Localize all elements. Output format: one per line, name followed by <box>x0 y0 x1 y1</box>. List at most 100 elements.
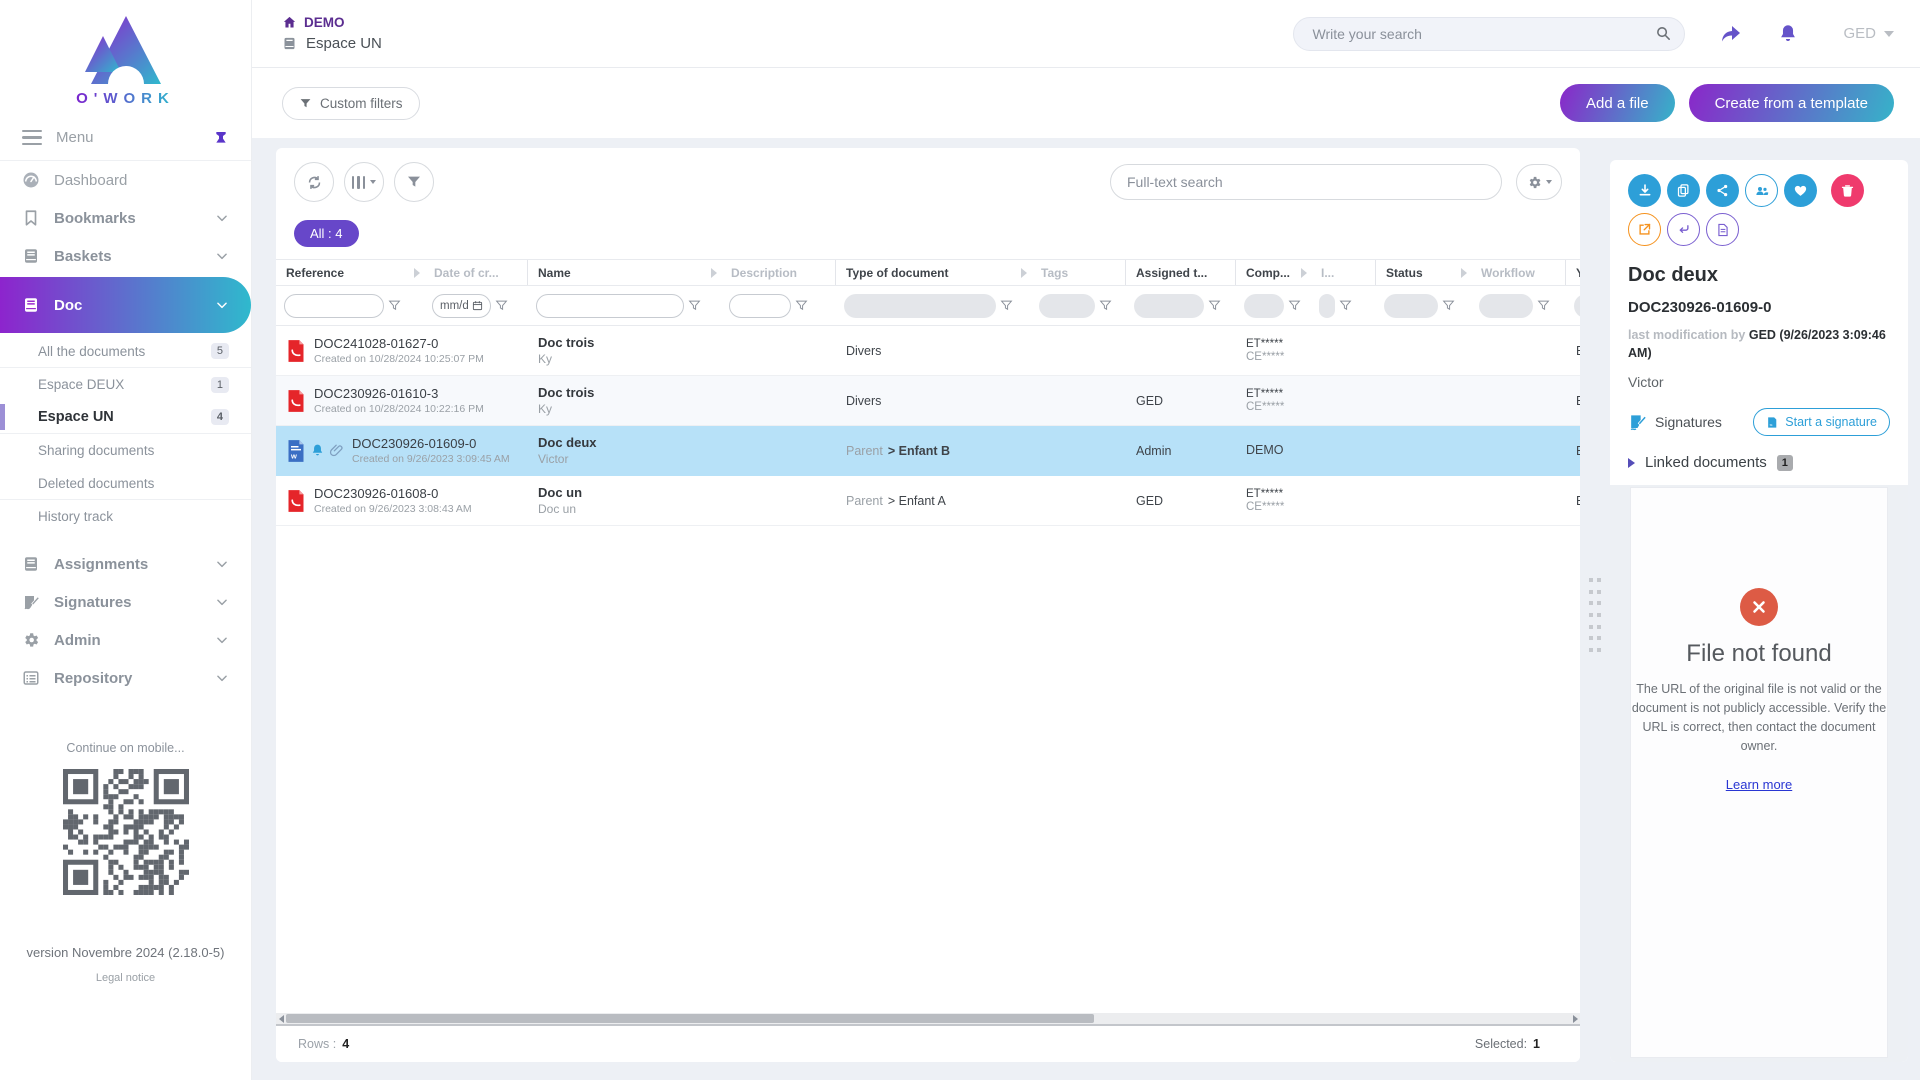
sidebar-item-sharing-documents[interactable]: Sharing documents <box>0 434 251 467</box>
column-header-assigned[interactable]: Assigned t... <box>1126 260 1236 285</box>
funnel-icon[interactable] <box>1000 299 1013 312</box>
sidebar-item-baskets[interactable]: Baskets <box>0 237 251 275</box>
column-header-y[interactable]: Y... <box>1566 260 1580 285</box>
sidebar-item-label: Signatures <box>54 594 132 611</box>
filter-badge-all[interactable]: All : 4 <box>294 220 359 247</box>
filter-input-date[interactable]: mm/d <box>432 294 491 318</box>
funnel-icon[interactable] <box>1442 299 1455 312</box>
create-from-template-button[interactable]: Create from a template <box>1689 84 1894 122</box>
filter-select-workflow[interactable] <box>1479 294 1533 318</box>
fulltext-search-input[interactable] <box>1127 174 1485 190</box>
sidebar-item-espace-deux[interactable]: Espace DEUX 1 <box>0 368 251 401</box>
sub-item-label: Espace UN <box>38 409 114 425</box>
filter-select-tags[interactable] <box>1039 294 1095 318</box>
funnel-icon[interactable] <box>495 299 508 312</box>
document-name: Doc un <box>538 485 721 500</box>
start-signature-button[interactable]: Start a signature <box>1753 408 1890 436</box>
column-header-company[interactable]: Comp... <box>1236 260 1311 285</box>
filter-input-reference[interactable] <box>284 294 384 318</box>
logo-text: O'WORK <box>76 90 175 107</box>
sidebar-item-dashboard[interactable]: Dashboard <box>0 161 251 199</box>
columns-button[interactable] <box>344 162 384 202</box>
column-header-description[interactable]: Description <box>721 260 836 285</box>
search-icon[interactable] <box>1655 25 1672 42</box>
column-header-status[interactable]: Status <box>1376 260 1471 285</box>
table-row-selected[interactable]: w DOC230926-01609-0Created on 9/26/2023 … <box>276 426 1580 476</box>
share-icon[interactable] <box>1719 22 1743 46</box>
funnel-icon[interactable] <box>1339 299 1352 312</box>
filter-button[interactable] <box>394 162 434 202</box>
user-menu-label: GED <box>1843 25 1876 42</box>
funnel-icon[interactable] <box>1537 299 1550 312</box>
delete-button[interactable] <box>1831 174 1864 207</box>
column-header-reference[interactable]: Reference <box>276 260 424 285</box>
sidebar-item-signatures[interactable]: Signatures <box>0 583 251 621</box>
scroll-left-icon[interactable] <box>276 1013 286 1024</box>
download-button[interactable] <box>1628 174 1661 207</box>
open-external-button[interactable] <box>1628 213 1661 246</box>
filter-select-i[interactable] <box>1319 294 1335 318</box>
user-menu[interactable]: GED <box>1843 25 1894 42</box>
breadcrumb: DEMO Espace UN <box>282 15 382 52</box>
sidebar-item-doc[interactable]: Doc <box>0 277 251 333</box>
sidebar-item-history-track[interactable]: History track <box>0 500 251 533</box>
funnel-icon[interactable] <box>1208 299 1221 312</box>
filter-input-name[interactable] <box>536 294 684 318</box>
sidebar-item-bookmarks[interactable]: Bookmarks <box>0 199 251 237</box>
custom-filters-button[interactable]: Custom filters <box>282 87 420 120</box>
legal-notice-link[interactable]: Legal notice <box>0 972 251 984</box>
filter-select-company[interactable] <box>1244 294 1284 318</box>
funnel-icon[interactable] <box>688 299 701 312</box>
refresh-button[interactable] <box>294 162 334 202</box>
funnel-icon[interactable] <box>1288 299 1301 312</box>
document-type: Divers <box>836 344 1031 358</box>
horizontal-scrollbar[interactable] <box>276 1013 1580 1026</box>
sidebar-item-repository[interactable]: Repository <box>0 659 251 697</box>
return-button[interactable] <box>1667 213 1700 246</box>
table-row[interactable]: DOC230926-01610-3Created on 10/28/2024 1… <box>276 376 1580 426</box>
notifications-bell-icon[interactable] <box>1777 23 1799 45</box>
column-header-i[interactable]: I... <box>1311 260 1376 285</box>
sidebar-item-deleted-documents[interactable]: Deleted documents <box>0 467 251 500</box>
column-header-name[interactable]: Name <box>528 260 721 285</box>
funnel-icon[interactable] <box>795 299 808 312</box>
sidebar-item-assignments[interactable]: Assignments <box>0 545 251 583</box>
column-header-date[interactable]: Date of cr... <box>424 260 528 285</box>
scroll-right-icon[interactable] <box>1570 1013 1580 1024</box>
document-reference: DOC230926-01610-3 <box>314 386 438 401</box>
filter-select-type[interactable] <box>844 294 996 318</box>
column-header-tags[interactable]: Tags <box>1031 260 1126 285</box>
filter-select-y[interactable] <box>1574 294 1580 318</box>
copy-icon <box>1676 183 1691 198</box>
scrollbar-thumb[interactable] <box>286 1014 1094 1023</box>
document-properties-button[interactable] <box>1706 213 1739 246</box>
drag-handle[interactable] <box>1589 578 1601 652</box>
add-file-button[interactable]: Add a file <box>1560 84 1675 122</box>
favorite-button[interactable] <box>1784 174 1817 207</box>
main-area: DEMO Espace UN GED <box>252 0 1920 1080</box>
sidebar-bottom-nav: Assignments Signatures Admin Repository <box>0 545 251 697</box>
share-nodes-button[interactable] <box>1706 174 1739 207</box>
column-header-type[interactable]: Type of document <box>836 260 1031 285</box>
pin-icon[interactable] <box>213 130 229 146</box>
table-settings-button[interactable] <box>1516 164 1562 200</box>
filter-select-assigned[interactable] <box>1134 294 1204 318</box>
linked-documents-toggle[interactable]: Linked documents 1 <box>1628 454 1890 471</box>
table-row[interactable]: DOC230926-01608-0Created on 9/26/2023 3:… <box>276 476 1580 526</box>
users-button[interactable] <box>1745 174 1778 207</box>
filter-select-status[interactable] <box>1384 294 1438 318</box>
hamburger-icon[interactable] <box>22 130 42 146</box>
breadcrumb-home[interactable]: DEMO <box>282 15 382 30</box>
filter-input-description[interactable] <box>729 294 791 318</box>
funnel-icon[interactable] <box>388 299 401 312</box>
funnel-icon[interactable] <box>1099 299 1112 312</box>
table-row[interactable]: DOC241028-01627-0Created on 10/28/2024 1… <box>276 326 1580 376</box>
learn-more-link[interactable]: Learn more <box>1726 777 1792 792</box>
sidebar-item-admin[interactable]: Admin <box>0 621 251 659</box>
sidebar-item-espace-un[interactable]: Espace UN 4 <box>0 401 251 434</box>
breadcrumb-space[interactable]: Espace UN <box>282 35 382 52</box>
column-header-workflow[interactable]: Workflow <box>1471 260 1566 285</box>
copy-button[interactable] <box>1667 174 1700 207</box>
sidebar-item-all-documents[interactable]: All the documents 5 <box>0 335 251 368</box>
global-search-input[interactable] <box>1312 26 1655 42</box>
